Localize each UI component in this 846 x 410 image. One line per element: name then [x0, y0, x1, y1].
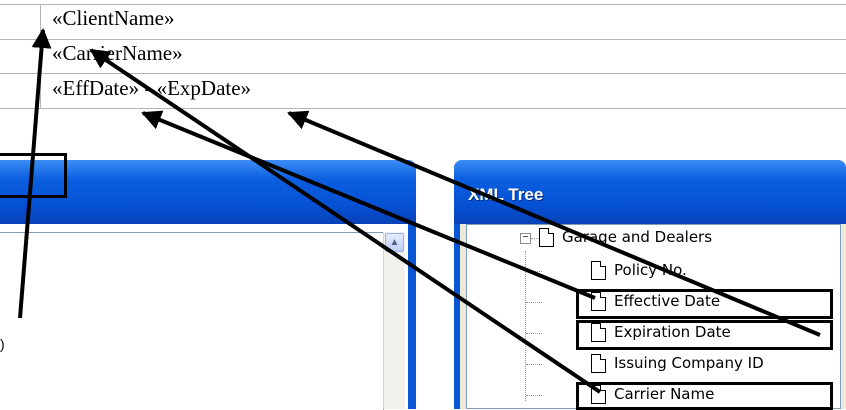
xml-tree-window: XML Tree − Garage and Dealers Policy No.…: [454, 160, 846, 410]
left-window-client: ) ▲: [0, 224, 408, 410]
tree-connector: [526, 302, 542, 303]
selected-field-box[interactable]: [0, 153, 67, 198]
field-list[interactable]: ): [0, 232, 384, 410]
tree-connector: [525, 251, 526, 401]
scroll-up-icon[interactable]: ▲: [385, 233, 404, 252]
vertical-scrollbar[interactable]: ▲: [383, 232, 405, 409]
carrier-name-field[interactable]: «CarrierName»: [52, 41, 183, 66]
merge-field-table: «ClientName» «CarrierName» «EffDate» - «…: [0, 0, 846, 118]
document-icon: [539, 228, 554, 247]
tree-node-label: Issuing Company ID: [614, 354, 764, 372]
tree-connector: [526, 271, 542, 272]
table-column-divider: [40, 4, 41, 108]
eff-exp-date-field[interactable]: «EffDate» - «ExpDate»: [52, 76, 251, 101]
xml-tree-titlebar[interactable]: XML Tree: [454, 160, 846, 224]
document-icon: [591, 261, 606, 280]
tree-expander-icon[interactable]: −: [520, 233, 531, 244]
tree-connector: [526, 333, 542, 334]
window-title: XML Tree: [468, 185, 544, 204]
highlight-box-effective-date: [576, 289, 833, 319]
highlight-box-carrier-name: [576, 382, 833, 410]
tree-connector: [526, 364, 542, 365]
highlight-box-expiration-date: [576, 320, 833, 350]
client-name-field[interactable]: «ClientName»: [52, 6, 174, 31]
xml-tree-view[interactable]: − Garage and Dealers Policy No. Effectiv…: [466, 224, 841, 410]
document-icon: [591, 354, 606, 373]
cut-off-text: ): [0, 336, 5, 352]
xml-tree-client: − Garage and Dealers Policy No. Effectiv…: [460, 224, 846, 410]
tree-node-label: Garage and Dealers: [562, 228, 713, 246]
tree-connector: [526, 395, 542, 396]
tree-node-label: Policy No.: [614, 261, 687, 279]
